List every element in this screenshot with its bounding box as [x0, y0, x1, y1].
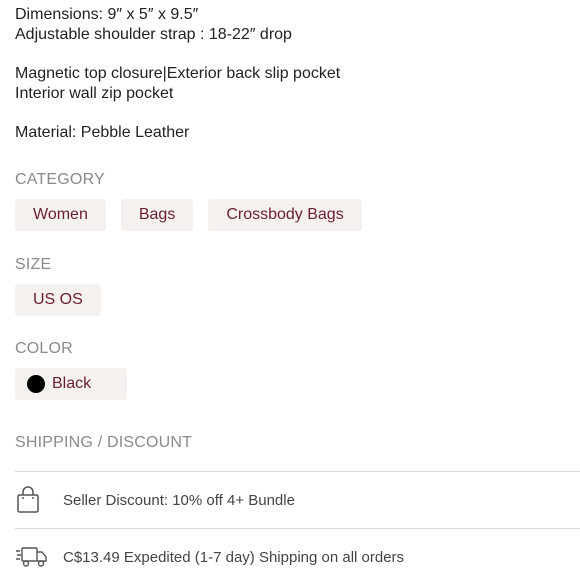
color-chip[interactable]: Black: [15, 368, 128, 400]
shipping-text: C$13.49 Expedited (1-7 day) Shipping on …: [63, 548, 405, 566]
seller-discount-row: Seller Discount: 10% off 4+ Bundle: [15, 472, 580, 528]
description-line: Magnetic top closure|Exterior back slip …: [15, 65, 341, 82]
color-chips: Black: [15, 368, 128, 400]
color-chip-label: Black: [52, 375, 92, 392]
category-chip-crossbody-bags[interactable]: Crossbody Bags: [208, 199, 362, 231]
color-swatch: [27, 375, 45, 393]
shipping-discount-title: SHIPPING / DISCOUNT: [15, 434, 193, 451]
description-line: Material: Pebble Leather: [15, 124, 190, 141]
description-line: Adjustable shoulder strap : 18-22″ drop: [15, 25, 292, 43]
category-title: CATEGORY: [15, 171, 105, 188]
delivery-truck-icon: [15, 542, 49, 572]
category-chip-women[interactable]: Women: [15, 199, 106, 231]
product-description: Dimensions: 9″ x 5″ x 9.5″ Adjustable sh…: [15, 5, 575, 143]
size-title: SIZE: [15, 256, 52, 273]
description-line: Interior wall zip pocket: [15, 84, 174, 102]
category-chip-bags[interactable]: Bags: [120, 199, 194, 231]
seller-discount-text: Seller Discount: 10% off 4+ Bundle: [63, 491, 295, 509]
shipping-row: C$13.49 Expedited (1-7 day) Shipping on …: [15, 529, 580, 580]
size-chips: US OS: [15, 284, 101, 316]
category-chips: Women Bags Crossbody Bags: [15, 199, 362, 231]
size-chip[interactable]: US OS: [15, 284, 101, 316]
color-title: COLOR: [15, 340, 73, 357]
description-line: Dimensions: 9″ x 5″ x 9.5″: [15, 6, 199, 23]
shopping-bag-icon: [15, 485, 49, 515]
